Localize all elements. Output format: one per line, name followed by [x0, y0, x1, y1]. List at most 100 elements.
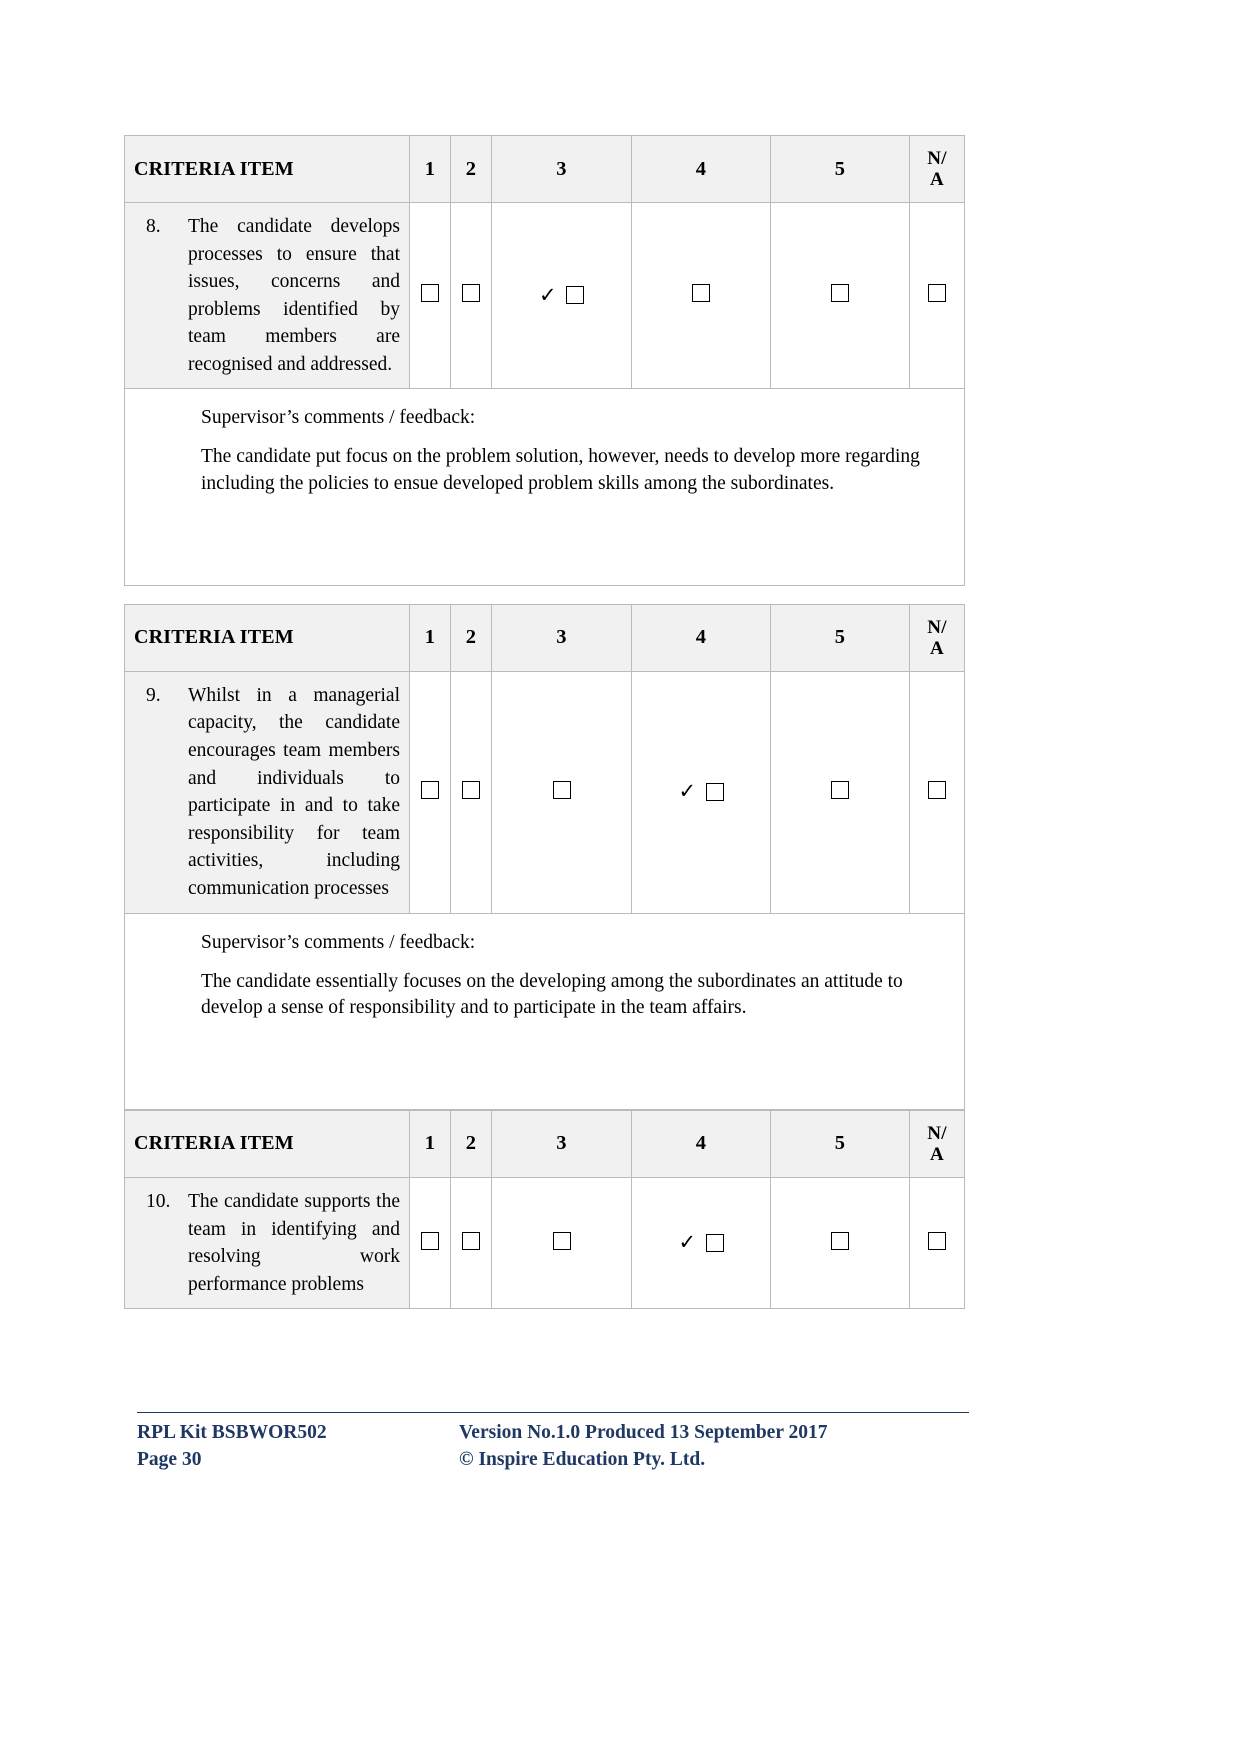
footer-version: Version No.1.0 Produced 13 September 201… — [459, 1422, 828, 1443]
na-line-2: A — [930, 1143, 944, 1165]
header-scale-3: 3 — [491, 603, 632, 672]
criteria-cell-9: 9. Whilst in a managerial capacity, the … — [124, 670, 410, 914]
criteria-text-8: The candidate develops processes to ensu… — [188, 216, 400, 375]
criteria-cell-10: 10. The candidate supports the team in i… — [124, 1176, 410, 1310]
checkbox-10-5[interactable] — [831, 1231, 849, 1250]
criteria-row-8: 8. The candidate develops processes to e… — [124, 201, 965, 390]
header-scale-5: 5 — [770, 135, 910, 203]
criteria-table-8: CRITERIA ITEM 1 2 3 4 5 N/ A 8. The cand… — [124, 135, 965, 586]
na-line-1: N/ — [927, 1122, 947, 1144]
header-scale-4: 4 — [631, 1109, 771, 1178]
comments-row-9: Supervisor’s comments / feedback: The ca… — [124, 912, 965, 1110]
checkbox-10-3[interactable] — [552, 1231, 571, 1250]
checkbox-cell-10-na[interactable] — [909, 1176, 965, 1310]
header-scale-2: 2 — [450, 135, 492, 203]
comments-row-8: Supervisor’s comments / feedback: The ca… — [124, 388, 965, 586]
checkbox-10-4[interactable] — [705, 1233, 724, 1252]
criteria-number-8: 8. — [146, 216, 161, 237]
checkbox-10-1[interactable] — [421, 1231, 439, 1250]
table-header-row: CRITERIA ITEM 1 2 3 4 5 N/ A — [124, 135, 965, 203]
checkbox-cell-9-1[interactable] — [409, 670, 451, 914]
footer-row-2: Page 30 © Inspire Education Pty. Ltd. — [137, 1447, 977, 1473]
header-criteria-item: CRITERIA ITEM — [124, 603, 410, 672]
header-scale-4: 4 — [631, 603, 771, 672]
checkbox-cell-9-5[interactable] — [770, 670, 910, 914]
comments-cell-9[interactable]: Supervisor’s comments / feedback: The ca… — [124, 912, 965, 1110]
checkbox-10-na[interactable] — [928, 1231, 946, 1250]
table-header-row: CRITERIA ITEM 1 2 3 4 5 N/ A — [124, 1109, 965, 1178]
na-line-2: A — [930, 637, 944, 659]
header-scale-na: N/ A — [909, 1109, 965, 1178]
tick-icon-8-3: ✓ — [539, 282, 557, 307]
checkbox-cell-9-4[interactable]: ✓ — [631, 670, 771, 914]
comments-text-9[interactable]: The candidate essentially focuses on the… — [201, 969, 922, 1021]
footer-copyright: © Inspire Education Pty. Ltd. — [459, 1448, 706, 1470]
checkbox-9-na[interactable] — [928, 780, 946, 799]
checkbox-9-3[interactable] — [552, 780, 571, 799]
criteria-text-9: Whilst in a managerial capacity, the can… — [188, 684, 400, 899]
criteria-row-9: 9. Whilst in a managerial capacity, the … — [124, 670, 965, 914]
header-scale-2: 2 — [450, 603, 492, 672]
header-scale-3: 3 — [491, 1109, 632, 1178]
checkbox-8-4[interactable] — [692, 284, 710, 303]
checkbox-8-2[interactable] — [462, 284, 480, 303]
checkbox-8-1[interactable] — [421, 284, 439, 303]
comments-cell-8[interactable]: Supervisor’s comments / feedback: The ca… — [124, 388, 965, 586]
header-scale-5: 5 — [770, 1109, 910, 1178]
checkbox-8-3[interactable] — [566, 286, 584, 305]
checkbox-cell-8-1[interactable] — [409, 201, 451, 390]
checkbox-cell-8-5[interactable] — [770, 201, 910, 390]
checkbox-cell-10-4[interactable]: ✓ — [631, 1176, 771, 1310]
checkbox-9-5[interactable] — [831, 780, 849, 799]
comments-spacer-9 — [201, 1021, 922, 1091]
header-scale-1: 1 — [409, 1109, 451, 1178]
checkbox-cell-8-na[interactable] — [909, 201, 965, 390]
header-scale-na: N/ A — [909, 135, 965, 203]
tick-icon-10-4: ✓ — [678, 1230, 697, 1255]
footer-row-1: RPL Kit BSBWOR502 Version No.1.0 Produce… — [137, 1420, 977, 1446]
checkbox-cell-8-2[interactable] — [450, 201, 492, 390]
footer-kit-code: RPL Kit BSBWOR502 — [137, 1422, 327, 1443]
checkbox-9-4[interactable] — [705, 782, 724, 801]
header-scale-1: 1 — [409, 603, 451, 672]
checkbox-9-2[interactable] — [462, 780, 480, 799]
criteria-tables-container: CRITERIA ITEM 1 2 3 4 5 N/ A 8. The cand… — [124, 135, 965, 1310]
header-criteria-item: CRITERIA ITEM — [124, 1109, 410, 1178]
criteria-table-10: CRITERIA ITEM 1 2 3 4 5 N/ A 10. The can… — [124, 1109, 965, 1310]
comments-label-8: Supervisor’s comments / feedback: — [201, 407, 476, 429]
checkbox-cell-10-2[interactable] — [450, 1176, 492, 1310]
footer-page-number: Page 30 — [137, 1448, 202, 1470]
checkbox-10-2[interactable] — [462, 1231, 480, 1250]
checkbox-cell-9-3[interactable] — [491, 670, 632, 914]
criteria-cell-8: 8. The candidate develops processes to e… — [124, 201, 410, 390]
na-line-1: N/ — [927, 147, 947, 169]
header-scale-4: 4 — [631, 135, 771, 203]
criteria-number-9: 9. — [146, 684, 161, 706]
table-gap-1 — [124, 586, 964, 604]
checkbox-cell-9-2[interactable] — [450, 670, 492, 914]
table-header-row: CRITERIA ITEM 1 2 3 4 5 N/ A — [124, 603, 965, 672]
checkbox-cell-10-3[interactable] — [491, 1176, 632, 1310]
checkbox-9-1[interactable] — [421, 780, 439, 799]
header-scale-5: 5 — [770, 603, 910, 672]
footer-divider — [137, 1412, 969, 1413]
page-footer: RPL Kit BSBWOR502 Version No.1.0 Produce… — [137, 1412, 977, 1473]
header-scale-3: 3 — [491, 135, 632, 203]
header-criteria-item: CRITERIA ITEM — [124, 135, 410, 203]
checkbox-cell-8-4[interactable] — [631, 201, 771, 390]
document-page: CRITERIA ITEM 1 2 3 4 5 N/ A 8. The cand… — [0, 0, 1241, 1754]
checkbox-cell-10-5[interactable] — [770, 1176, 910, 1310]
criteria-row-10: 10. The candidate supports the team in i… — [124, 1176, 965, 1310]
comments-text-8[interactable]: The candidate put focus on the problem s… — [201, 444, 922, 496]
header-scale-na: N/ A — [909, 603, 965, 672]
comments-spacer-8 — [201, 497, 922, 567]
checkbox-8-na[interactable] — [928, 284, 946, 303]
checkbox-cell-9-na[interactable] — [909, 670, 965, 914]
header-scale-1: 1 — [409, 135, 451, 203]
checkbox-8-5[interactable] — [831, 284, 849, 303]
na-line-1: N/ — [927, 616, 947, 638]
checkbox-cell-10-1[interactable] — [409, 1176, 451, 1310]
criteria-table-9: CRITERIA ITEM 1 2 3 4 5 N/ A 9. Whilst i… — [124, 603, 965, 1110]
criteria-number-10: 10. — [146, 1190, 171, 1212]
checkbox-cell-8-3[interactable]: ✓ — [491, 201, 632, 390]
